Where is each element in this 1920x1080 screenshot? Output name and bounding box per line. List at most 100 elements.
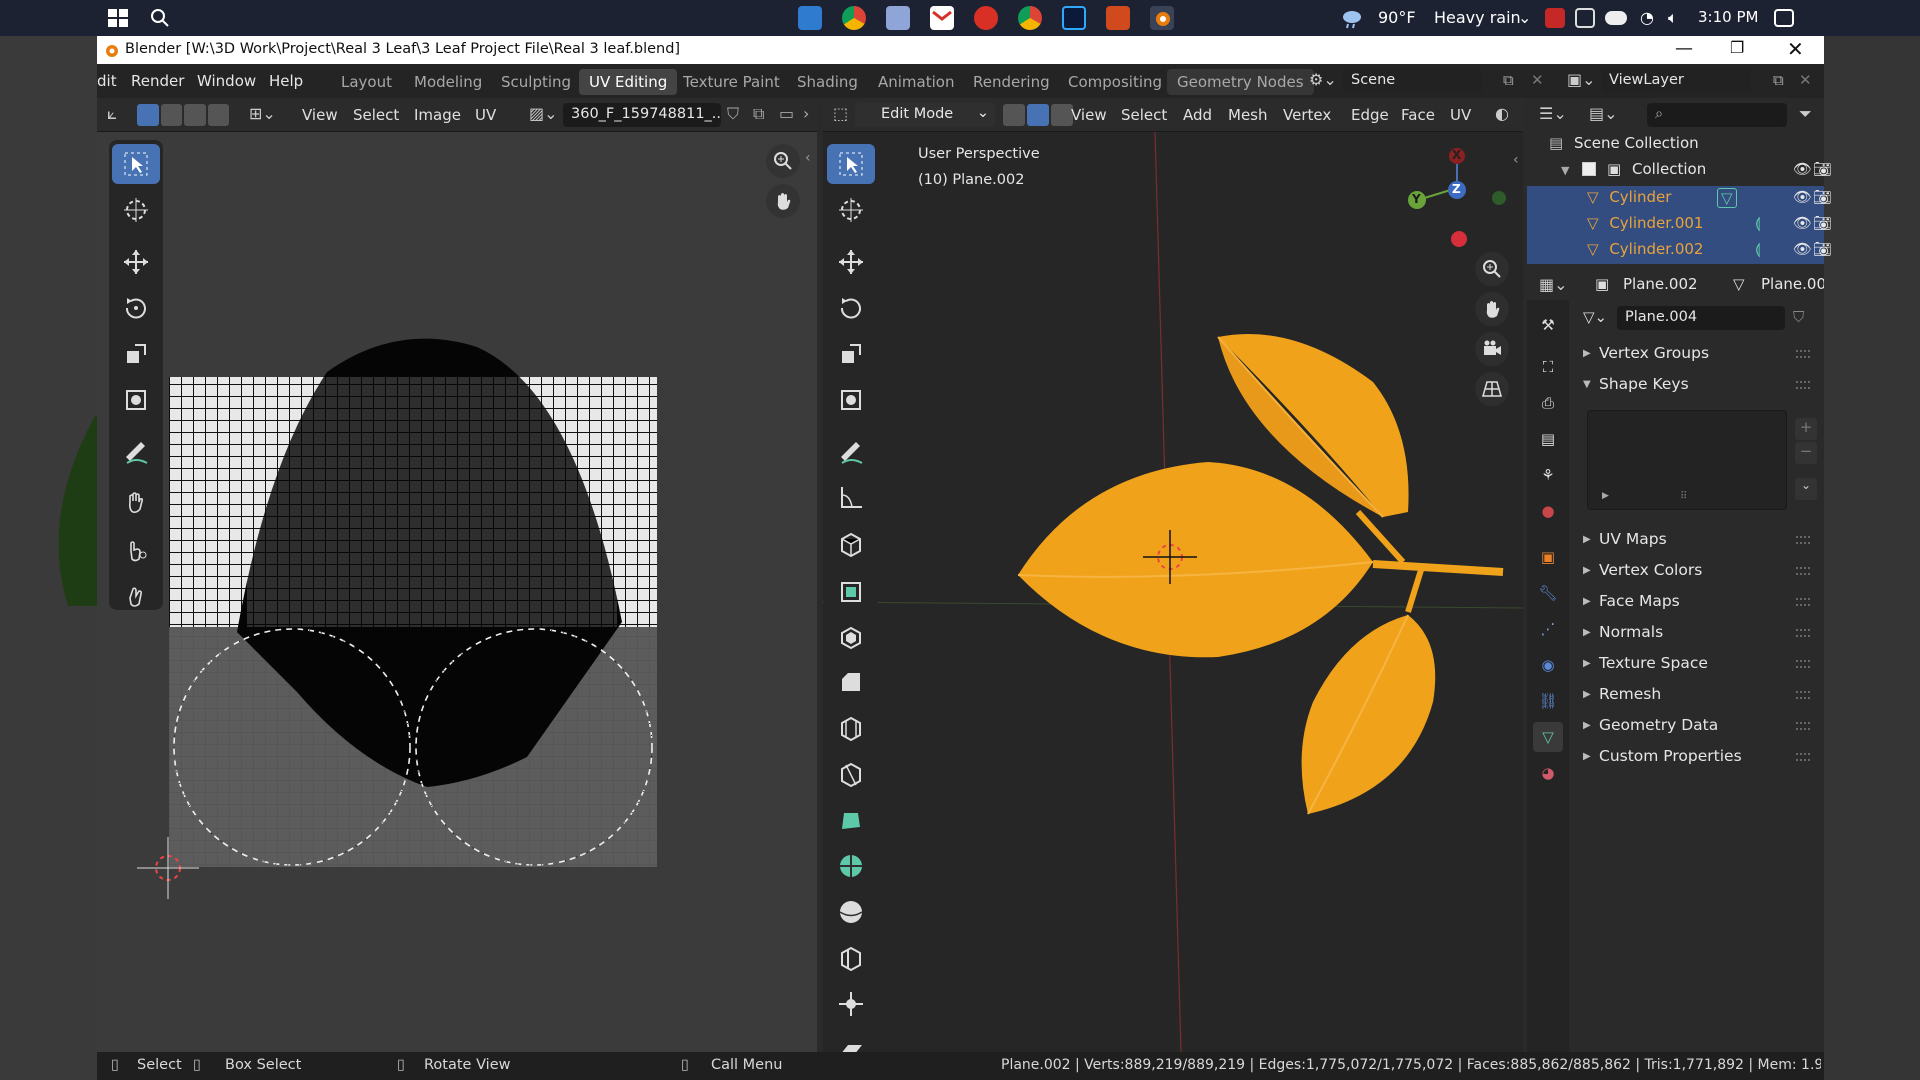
panel-geometry-data[interactable]: ▶ Geometry Data (1527, 712, 1824, 742)
drag-grip-icon[interactable] (1796, 536, 1810, 544)
vp-menu-vertex[interactable]: Vertex (1283, 106, 1331, 124)
menu-window[interactable]: Window (197, 72, 256, 90)
tray-app-icon[interactable] (1575, 8, 1595, 28)
header-overflow-icon[interactable]: › (803, 104, 809, 123)
tab-shading[interactable]: Shading (787, 69, 868, 95)
drag-grip-icon[interactable] (1796, 629, 1810, 637)
tab-geometry-nodes[interactable]: Geometry Nodes (1167, 69, 1314, 95)
menu-help[interactable]: Help (269, 72, 303, 90)
photoshop-icon[interactable] (1062, 6, 1086, 30)
notes-app-icon[interactable] (886, 6, 910, 30)
uv-move-tool[interactable] (112, 242, 160, 282)
notification-icon[interactable] (1774, 9, 1794, 27)
uv-edge-select-icon[interactable] (160, 104, 182, 126)
drag-grip-icon[interactable] (1796, 350, 1810, 358)
viewlayer-selector-icon[interactable]: ▣⌄ (1567, 70, 1596, 89)
tab-view-layer[interactable]: ▤ (1533, 424, 1563, 454)
mesh-browse-icon[interactable]: ▽⌄ (1583, 308, 1607, 326)
tab-texture-paint[interactable]: Texture Paint (673, 69, 790, 95)
tab-world[interactable]: ● (1533, 496, 1563, 526)
shape-keys-list[interactable]: ▶ ⠿ (1587, 410, 1787, 510)
uv-menu-select[interactable]: Select (353, 106, 399, 124)
tab-sculpting[interactable]: Sculpting (491, 69, 581, 95)
add-cube-tool[interactable] (827, 524, 875, 564)
vp-menu-add[interactable]: Add (1183, 106, 1212, 124)
vp-menu-mesh[interactable]: Mesh (1228, 106, 1268, 124)
tab-tool[interactable]: ⚒ (1533, 310, 1563, 340)
measure-tool[interactable] (827, 478, 875, 518)
panel-shape-keys[interactable]: ▼ Shape Keys (1527, 371, 1824, 401)
media-app-icon[interactable] (974, 6, 998, 30)
windows-start-icon[interactable] (106, 6, 130, 30)
edge-select-icon[interactable] (1027, 104, 1049, 126)
uv-face-select-icon[interactable] (184, 104, 206, 126)
open-image-icon[interactable]: ▭ (779, 104, 794, 123)
uv-relax-tool[interactable] (112, 530, 160, 570)
expand-arrow-icon[interactable]: ▼ (1561, 164, 1569, 177)
poly-build-tool[interactable] (827, 800, 875, 840)
uv-rotate-tool[interactable] (112, 288, 160, 328)
outliner-display-mode-icon[interactable]: ▤⌄ (1589, 104, 1618, 123)
panel-custom-properties[interactable]: ▶ Custom Properties (1527, 743, 1824, 773)
panel-vertex-colors[interactable]: ▶ Vertex Colors (1527, 557, 1824, 587)
tab-rendering[interactable]: Rendering (963, 69, 1060, 95)
edge-slide-tool[interactable] (827, 938, 875, 978)
uv-vertex-select-icon[interactable] (137, 104, 159, 126)
panel-uv-maps[interactable]: ▶ UV Maps (1527, 526, 1824, 556)
new-viewlayer-icon[interactable]: ⧉ (1773, 71, 1784, 89)
editor-type-3d-icon[interactable]: ⬚ (833, 104, 848, 123)
antivirus-tray-icon[interactable] (1545, 8, 1565, 28)
loop-cut-tool[interactable] (827, 708, 875, 748)
props-object-name[interactable]: Plane.002 (1623, 275, 1698, 293)
transform-tool[interactable] (827, 380, 875, 420)
perspective-toggle-button[interactable] (1475, 372, 1509, 406)
visibility-eye-icon[interactable]: 👁︎ (1793, 214, 1812, 232)
outliner-search-input[interactable]: ⌕ (1647, 103, 1787, 127)
list-expand-arrow-icon[interactable]: ▶ (1602, 491, 1609, 501)
render-camera-icon[interactable]: 📷︎ (1813, 188, 1832, 206)
render-camera-icon[interactable]: 📷︎ (1813, 160, 1832, 178)
editor-type-icon[interactable]: ⟀ (107, 104, 117, 124)
panel-remesh[interactable]: ▶ Remesh (1527, 681, 1824, 711)
uv-menu-view[interactable]: View (302, 106, 338, 124)
uv-pinch-tool[interactable] (112, 576, 160, 616)
rotate-tool[interactable] (827, 288, 875, 328)
mesh-datablock-field[interactable]: Plane.004 (1617, 306, 1785, 330)
uv-pan-button[interactable] (766, 184, 800, 218)
face-select-icon[interactable] (1051, 104, 1073, 126)
visibility-eye-icon[interactable]: 👁︎ (1793, 160, 1812, 178)
weather-description[interactable]: Heavy rain (1434, 8, 1521, 27)
viewlayer-field[interactable]: ViewLayer (1601, 69, 1751, 93)
search-icon[interactable] (148, 6, 172, 30)
drag-grip-icon[interactable] (1796, 567, 1810, 575)
shrink-fatten-tool[interactable] (827, 984, 875, 1024)
uv-island-select-icon[interactable] (207, 104, 229, 126)
uv-annotate-tool[interactable] (112, 432, 160, 472)
uv-cursor-tool[interactable] (112, 190, 160, 230)
volume-icon[interactable]: 🔈︎ (1668, 8, 1678, 28)
viewport-zoom-button[interactable] (1475, 252, 1509, 286)
panel-normals[interactable]: ▶ Normals (1527, 619, 1824, 649)
vp-menu-face[interactable]: Face (1401, 106, 1435, 124)
tab-scene[interactable]: ⚘ (1533, 460, 1563, 490)
mode-selector[interactable]: Edit Mode ⌄ (855, 103, 995, 127)
sidebar-toggle-icon[interactable]: ‹ (805, 150, 811, 166)
cursor-tool[interactable] (827, 190, 875, 230)
vp-menu-view[interactable]: View (1071, 106, 1107, 124)
inset-tool[interactable] (827, 616, 875, 656)
drag-grip-icon[interactable] (1796, 660, 1810, 668)
chevron-up-icon[interactable]: ⌄ (1518, 8, 1531, 27)
remove-shape-key-button[interactable]: − (1795, 442, 1817, 464)
move-tool[interactable] (827, 242, 875, 282)
uv-grab-tool[interactable] (112, 482, 160, 522)
image-browse-icon[interactable]: ▨⌄ (529, 104, 558, 123)
knife-tool[interactable] (827, 754, 875, 794)
uv-select-box-tool[interactable] (112, 144, 160, 184)
select-box-tool[interactable] (827, 144, 875, 184)
extrude-tool[interactable] (827, 570, 875, 610)
tab-animation[interactable]: Animation (868, 69, 964, 95)
chrome-alt-icon[interactable] (1018, 6, 1042, 30)
delete-scene-icon[interactable]: ✕ (1531, 71, 1544, 89)
outliner-item-cylinder[interactable]: ▽ Cylinder ▽ 👁︎ 📷︎ (1587, 188, 1832, 214)
tab-uv-editing[interactable]: UV Editing (579, 69, 678, 95)
